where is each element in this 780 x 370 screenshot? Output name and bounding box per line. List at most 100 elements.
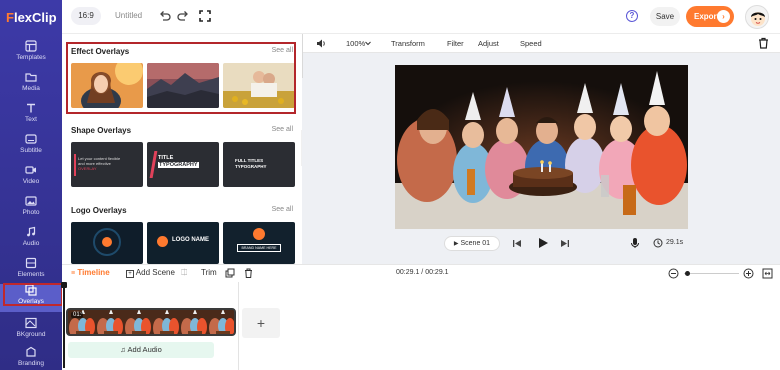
video-preview-canvas[interactable] — [395, 65, 688, 229]
user-avatar-icon — [751, 12, 765, 26]
timeline-toolbar: ≡ Timeline + Add Scene ⎅ Trim 00:29.1 / … — [62, 264, 780, 282]
zoom-out-icon[interactable] — [668, 268, 679, 279]
sidebar-item-media[interactable]: Media — [0, 71, 62, 99]
help-icon[interactable]: ? — [626, 10, 638, 22]
timeline-icon: ≡ — [71, 270, 76, 277]
sidebar-item-label: Text — [25, 116, 37, 123]
folder-icon — [25, 73, 37, 82]
microphone-icon[interactable] — [630, 237, 640, 249]
speed-button[interactable]: Speed — [520, 39, 542, 48]
birthday-party-scene — [395, 65, 688, 229]
elements-icon — [25, 257, 37, 269]
zoom-dropdown[interactable]: 100% — [346, 39, 365, 48]
video-icon — [25, 166, 36, 174]
branding-icon — [26, 346, 36, 357]
sidebar-item-templates[interactable]: Templates — [0, 40, 62, 68]
sidebar-item-subtitle[interactable]: Subtitle — [0, 133, 62, 161]
zoom-in-icon[interactable] — [743, 268, 754, 279]
trash-icon[interactable] — [758, 37, 769, 49]
shape-thumb-title: FULL TITLES TYPOGRAPHY — [235, 158, 267, 169]
playback-bar: ▶ Scene 01 29.1s — [302, 233, 780, 255]
zoom-slider-thumb[interactable] — [685, 271, 691, 276]
duplicate-icon[interactable] — [225, 268, 235, 278]
clock-icon — [653, 238, 663, 248]
save-button[interactable]: Save — [650, 7, 680, 26]
scene-play-button[interactable]: ▶ Scene 01 — [444, 236, 500, 251]
sidebar-item-video[interactable]: Video — [0, 164, 62, 192]
toolbar-divider — [302, 45, 303, 56]
toolbar-divider — [302, 34, 303, 45]
total-duration: 29.1s — [666, 239, 684, 246]
project-title[interactable]: Untitled — [115, 11, 142, 20]
toolbar-divider — [302, 56, 303, 67]
sidebar-item-label: Media — [22, 85, 40, 92]
sidebar-item-text[interactable]: Text — [0, 102, 62, 130]
sidebar-item-overlays[interactable]: Overlays — [0, 283, 63, 312]
logo-overlay-thumb[interactable]: LOGO NAME — [147, 222, 219, 264]
chevron-down-icon — [365, 41, 371, 46]
sidebar-item-background[interactable]: BKground — [0, 317, 62, 345]
logo-overlay-thumb[interactable]: BRAND NAME HERE — [223, 222, 295, 264]
filter-button[interactable]: Filter — [447, 39, 464, 48]
section-title-shape-overlays: Shape Overlays — [71, 126, 132, 135]
shape-thumb-text: Let your content flexible and more effec… — [78, 156, 121, 171]
shape-overlay-thumb[interactable]: TITLE TYPOGRAPHY — [147, 142, 219, 187]
app-logo[interactable]: FlexClip — [6, 10, 57, 25]
play-icon[interactable] — [537, 237, 549, 249]
zoom-slider[interactable] — [684, 271, 739, 276]
transform-button[interactable]: Transform — [391, 39, 425, 48]
fit-timeline-icon[interactable] — [762, 268, 773, 279]
export-button[interactable]: Export › — [686, 6, 734, 27]
add-scene-icon: + — [126, 270, 134, 278]
shape-overlay-thumb[interactable]: Let your content flexible and more effec… — [71, 142, 143, 187]
clip-filmstrip — [68, 310, 234, 334]
split-icon[interactable]: ⎅ — [181, 268, 187, 278]
video-clip[interactable]: 01: — [66, 308, 236, 336]
templates-icon — [25, 40, 37, 52]
skip-back-icon[interactable] — [512, 239, 522, 248]
sidebar-item-label: Video — [22, 178, 40, 185]
adjust-button[interactable]: Adjust — [478, 39, 499, 48]
play-small-icon: ▶ — [453, 241, 459, 247]
shape-thumb-title: TITLE TYPOGRAPHY — [158, 155, 199, 168]
playhead[interactable] — [61, 282, 67, 368]
text-icon — [27, 103, 35, 113]
aspect-ratio-button[interactable]: 16:9 — [71, 7, 101, 25]
sidebar-item-photo[interactable]: Photo — [0, 195, 62, 223]
logo-thumb-graphic — [93, 228, 121, 256]
see-all-link[interactable]: See all — [272, 126, 293, 133]
fullscreen-icon[interactable] — [198, 9, 212, 23]
skip-forward-icon[interactable] — [560, 239, 570, 248]
see-all-link[interactable]: See all — [272, 206, 293, 213]
shape-overlay-thumb[interactable]: FULL TITLES TYPOGRAPHY — [223, 142, 295, 187]
sidebar-item-label: Photo — [22, 209, 40, 216]
scene-label: Scene 01 — [460, 240, 491, 247]
logo-overlay-thumb[interactable] — [71, 222, 143, 264]
logo-mark — [157, 236, 168, 247]
effect-overlays-highlight — [66, 42, 296, 114]
volume-icon[interactable] — [316, 38, 327, 49]
logo-thumb-text: LOGO NAME — [172, 237, 209, 243]
music-note-icon: ♫ — [120, 345, 126, 354]
tab-timeline[interactable]: ≡ Timeline — [71, 268, 110, 277]
overlays-panel: Effect Overlays See all Shape Overlays S… — [62, 34, 301, 264]
left-navigation: FlexClip Templates Media Text Subtitle V… — [0, 0, 63, 370]
sidebar-item-label: Branding — [17, 360, 45, 367]
sidebar-item-audio[interactable]: Audio — [0, 226, 62, 254]
undo-icon[interactable] — [158, 9, 172, 23]
sidebar-item-branding[interactable]: Branding — [0, 346, 62, 370]
delete-icon[interactable] — [244, 268, 253, 278]
redo-icon[interactable] — [176, 9, 190, 23]
overlays-icon — [25, 284, 37, 296]
add-scene-button[interactable]: + Add Scene — [126, 268, 175, 278]
clip-duration: 01: — [71, 312, 84, 318]
add-audio-button[interactable]: ♫ Add Audio — [68, 342, 214, 358]
sidebar-item-label: Templates — [16, 54, 46, 61]
trim-button[interactable]: Trim — [201, 268, 217, 277]
music-icon — [27, 226, 36, 237]
subtitle-icon — [25, 134, 37, 144]
sidebar-item-label: Audio — [22, 240, 40, 247]
sidebar-item-elements[interactable]: Elements — [0, 257, 62, 285]
add-clip-button[interactable]: + — [242, 308, 280, 338]
avatar[interactable] — [745, 5, 769, 29]
